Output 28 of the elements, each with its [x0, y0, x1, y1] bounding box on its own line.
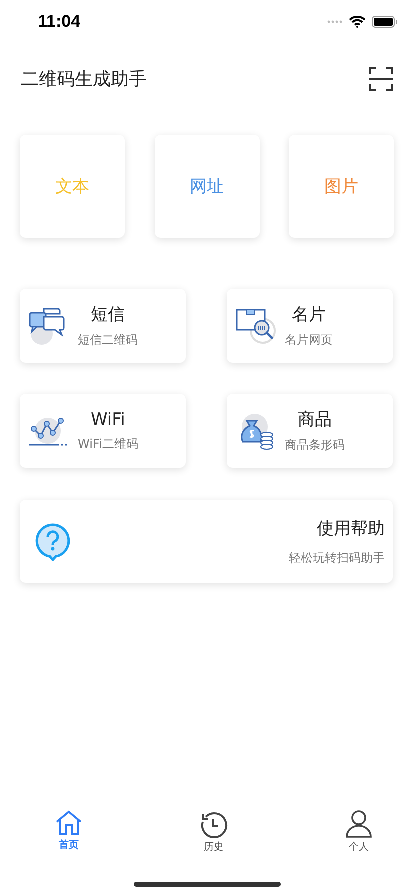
help-title: 使用帮助 — [317, 518, 385, 540]
tab-item[interactable]: 个人 — [342, 810, 376, 854]
feature-title: 短信 — [91, 304, 125, 326]
person-icon — [345, 810, 373, 838]
help-card[interactable]: 使用帮助 轻松玩转扫码助手 — [20, 500, 393, 583]
feature-title: 商品 — [298, 409, 332, 431]
status-time: 11:04 — [38, 12, 81, 32]
battery-icon — [372, 16, 398, 28]
feature-title: 名片 — [292, 304, 326, 326]
feature-card[interactable]: 短信 短信二维码 — [20, 289, 186, 363]
scan-button[interactable] — [368, 66, 394, 92]
feature-subtitle: 商品条形码 — [285, 437, 345, 454]
app-title: 二维码生成助手 — [21, 68, 147, 91]
feature-subtitle: 名片网页 — [285, 332, 333, 349]
help-subtitle: 轻松玩转扫码助手 — [289, 550, 385, 566]
tab-item[interactable]: 首页 — [52, 810, 86, 854]
help-icon — [35, 522, 71, 560]
feature-card[interactable]: WiFi WiFi二维码 — [20, 394, 186, 468]
feature-subtitle: WiFi二维码 — [78, 436, 138, 452]
tab-item[interactable]: 历史 — [197, 810, 231, 854]
feature-card[interactable]: 名片 名片网页 — [227, 289, 393, 363]
feature-card[interactable]: 商品 商品条形码 — [227, 394, 393, 468]
history-icon — [200, 810, 228, 838]
feature-subtitle: 短信二维码 — [78, 332, 138, 349]
signal-icon — [327, 20, 343, 24]
feature-title: WiFi — [90, 410, 126, 430]
home-icon — [55, 810, 83, 836]
wifi-icon — [349, 16, 366, 28]
